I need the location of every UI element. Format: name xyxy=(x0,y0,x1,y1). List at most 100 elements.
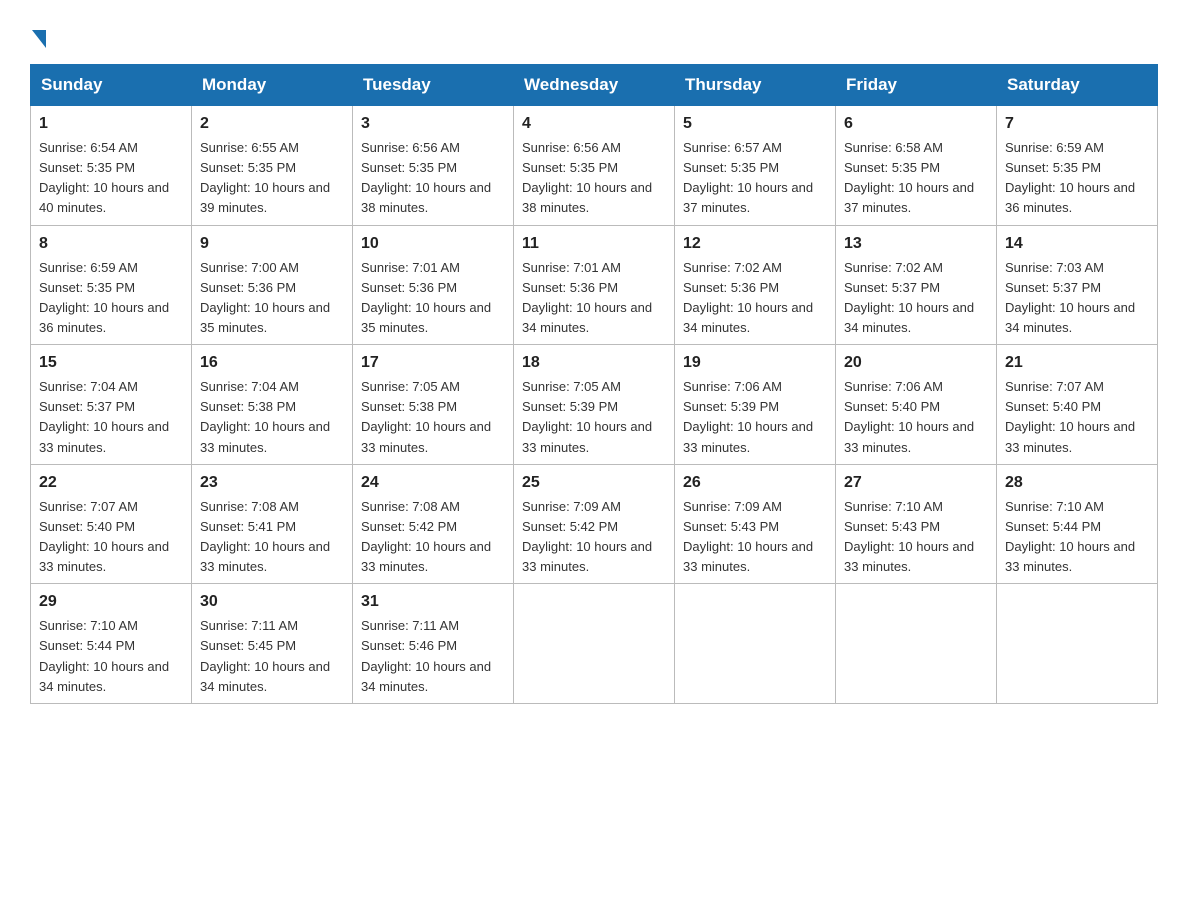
day-number: 19 xyxy=(683,351,827,375)
day-info: Sunrise: 7:04 AMSunset: 5:38 PMDaylight:… xyxy=(200,379,330,454)
calendar-cell: 27 Sunrise: 7:10 AMSunset: 5:43 PMDayligh… xyxy=(836,464,997,584)
day-info: Sunrise: 7:05 AMSunset: 5:38 PMDaylight:… xyxy=(361,379,491,454)
day-number: 17 xyxy=(361,351,505,375)
day-info: Sunrise: 6:55 AMSunset: 5:35 PMDaylight:… xyxy=(200,140,330,215)
calendar-cell: 15 Sunrise: 7:04 AMSunset: 5:37 PMDayligh… xyxy=(31,345,192,465)
calendar-cell: 29 Sunrise: 7:10 AMSunset: 5:44 PMDayligh… xyxy=(31,584,192,704)
day-info: Sunrise: 6:59 AMSunset: 5:35 PMDaylight:… xyxy=(39,260,169,335)
day-info: Sunrise: 6:57 AMSunset: 5:35 PMDaylight:… xyxy=(683,140,813,215)
day-info: Sunrise: 7:08 AMSunset: 5:42 PMDaylight:… xyxy=(361,499,491,574)
calendar-cell: 23 Sunrise: 7:08 AMSunset: 5:41 PMDayligh… xyxy=(192,464,353,584)
calendar-cell: 31 Sunrise: 7:11 AMSunset: 5:46 PMDayligh… xyxy=(353,584,514,704)
calendar-cell: 28Sunrise: 7:10 AMSunset: 5:44 PMDayligh… xyxy=(997,464,1158,584)
day-info: Sunrise: 7:10 AMSunset: 5:43 PMDaylight:… xyxy=(844,499,974,574)
day-number: 15 xyxy=(39,351,183,375)
calendar-cell: 13Sunrise: 7:02 AMSunset: 5:37 PMDayligh… xyxy=(836,225,997,345)
calendar-cell: 18 Sunrise: 7:05 AMSunset: 5:39 PMDayligh… xyxy=(514,345,675,465)
day-number: 20 xyxy=(844,351,988,375)
day-info: Sunrise: 6:56 AMSunset: 5:35 PMDaylight:… xyxy=(522,140,652,215)
header-thursday: Thursday xyxy=(675,65,836,106)
day-number: 5 xyxy=(683,112,827,136)
week-row-4: 22Sunrise: 7:07 AMSunset: 5:40 PMDayligh… xyxy=(31,464,1158,584)
day-number: 31 xyxy=(361,590,505,614)
day-info: Sunrise: 7:02 AMSunset: 5:36 PMDaylight:… xyxy=(683,260,813,335)
day-info: Sunrise: 7:01 AMSunset: 5:36 PMDaylight:… xyxy=(522,260,652,335)
day-number: 11 xyxy=(522,232,666,256)
calendar-header-row: SundayMondayTuesdayWednesdayThursdayFrid… xyxy=(31,65,1158,106)
calendar-cell: 9 Sunrise: 7:00 AMSunset: 5:36 PMDaylight… xyxy=(192,225,353,345)
calendar-cell xyxy=(836,584,997,704)
day-number: 30 xyxy=(200,590,344,614)
page-header xyxy=(30,20,1158,46)
calendar-cell: 21 Sunrise: 7:07 AMSunset: 5:40 PMDayligh… xyxy=(997,345,1158,465)
day-number: 21 xyxy=(1005,351,1149,375)
day-number: 8 xyxy=(39,232,183,256)
day-number: 23 xyxy=(200,471,344,495)
calendar-cell: 1Sunrise: 6:54 AMSunset: 5:35 PMDaylight… xyxy=(31,106,192,226)
day-number: 14 xyxy=(1005,232,1149,256)
calendar-cell: 10 Sunrise: 7:01 AMSunset: 5:36 PMDayligh… xyxy=(353,225,514,345)
calendar-cell: 4 Sunrise: 6:56 AMSunset: 5:35 PMDaylight… xyxy=(514,106,675,226)
calendar-cell: 17 Sunrise: 7:05 AMSunset: 5:38 PMDayligh… xyxy=(353,345,514,465)
calendar-cell: 22Sunrise: 7:07 AMSunset: 5:40 PMDayligh… xyxy=(31,464,192,584)
day-info: Sunrise: 7:09 AMSunset: 5:43 PMDaylight:… xyxy=(683,499,813,574)
day-number: 16 xyxy=(200,351,344,375)
week-row-5: 29 Sunrise: 7:10 AMSunset: 5:44 PMDayligh… xyxy=(31,584,1158,704)
day-number: 10 xyxy=(361,232,505,256)
day-info: Sunrise: 7:03 AMSunset: 5:37 PMDaylight:… xyxy=(1005,260,1135,335)
calendar-cell: 19 Sunrise: 7:06 AMSunset: 5:39 PMDayligh… xyxy=(675,345,836,465)
header-tuesday: Tuesday xyxy=(353,65,514,106)
calendar-table: SundayMondayTuesdayWednesdayThursdayFrid… xyxy=(30,64,1158,704)
day-number: 7 xyxy=(1005,112,1149,136)
day-info: Sunrise: 7:06 AMSunset: 5:40 PMDaylight:… xyxy=(844,379,974,454)
day-number: 22 xyxy=(39,471,183,495)
calendar-cell: 16 Sunrise: 7:04 AMSunset: 5:38 PMDayligh… xyxy=(192,345,353,465)
calendar-cell: 14 Sunrise: 7:03 AMSunset: 5:37 PMDayligh… xyxy=(997,225,1158,345)
day-info: Sunrise: 7:10 AMSunset: 5:44 PMDaylight:… xyxy=(39,618,169,693)
day-info: Sunrise: 7:01 AMSunset: 5:36 PMDaylight:… xyxy=(361,260,491,335)
day-number: 27 xyxy=(844,471,988,495)
calendar-cell: 2 Sunrise: 6:55 AMSunset: 5:35 PMDaylight… xyxy=(192,106,353,226)
day-number: 3 xyxy=(361,112,505,136)
day-number: 18 xyxy=(522,351,666,375)
day-number: 4 xyxy=(522,112,666,136)
day-info: Sunrise: 7:11 AMSunset: 5:46 PMDaylight:… xyxy=(361,618,491,693)
day-info: Sunrise: 7:05 AMSunset: 5:39 PMDaylight:… xyxy=(522,379,652,454)
week-row-2: 8 Sunrise: 6:59 AMSunset: 5:35 PMDaylight… xyxy=(31,225,1158,345)
day-number: 1 xyxy=(39,112,183,136)
calendar-cell: 26 Sunrise: 7:09 AMSunset: 5:43 PMDayligh… xyxy=(675,464,836,584)
day-number: 9 xyxy=(200,232,344,256)
header-sunday: Sunday xyxy=(31,65,192,106)
logo xyxy=(30,28,46,46)
header-friday: Friday xyxy=(836,65,997,106)
day-info: Sunrise: 7:04 AMSunset: 5:37 PMDaylight:… xyxy=(39,379,169,454)
calendar-cell: 24Sunrise: 7:08 AMSunset: 5:42 PMDayligh… xyxy=(353,464,514,584)
calendar-cell: 5 Sunrise: 6:57 AMSunset: 5:35 PMDaylight… xyxy=(675,106,836,226)
day-info: Sunrise: 6:58 AMSunset: 5:35 PMDaylight:… xyxy=(844,140,974,215)
week-row-3: 15 Sunrise: 7:04 AMSunset: 5:37 PMDayligh… xyxy=(31,345,1158,465)
header-monday: Monday xyxy=(192,65,353,106)
header-saturday: Saturday xyxy=(997,65,1158,106)
day-info: Sunrise: 7:06 AMSunset: 5:39 PMDaylight:… xyxy=(683,379,813,454)
calendar-cell xyxy=(514,584,675,704)
day-info: Sunrise: 6:59 AMSunset: 5:35 PMDaylight:… xyxy=(1005,140,1135,215)
day-info: Sunrise: 7:11 AMSunset: 5:45 PMDaylight:… xyxy=(200,618,330,693)
day-number: 2 xyxy=(200,112,344,136)
calendar-cell: 30 Sunrise: 7:11 AMSunset: 5:45 PMDayligh… xyxy=(192,584,353,704)
day-number: 29 xyxy=(39,590,183,614)
day-info: Sunrise: 7:08 AMSunset: 5:41 PMDaylight:… xyxy=(200,499,330,574)
day-number: 13 xyxy=(844,232,988,256)
day-number: 12 xyxy=(683,232,827,256)
calendar-cell xyxy=(997,584,1158,704)
calendar-cell xyxy=(675,584,836,704)
day-number: 25 xyxy=(522,471,666,495)
calendar-cell: 11 Sunrise: 7:01 AMSunset: 5:36 PMDayligh… xyxy=(514,225,675,345)
calendar-cell: 20 Sunrise: 7:06 AMSunset: 5:40 PMDayligh… xyxy=(836,345,997,465)
header-wednesday: Wednesday xyxy=(514,65,675,106)
day-info: Sunrise: 7:07 AMSunset: 5:40 PMDaylight:… xyxy=(1005,379,1135,454)
day-info: Sunrise: 7:00 AMSunset: 5:36 PMDaylight:… xyxy=(200,260,330,335)
day-number: 6 xyxy=(844,112,988,136)
day-info: Sunrise: 7:09 AMSunset: 5:42 PMDaylight:… xyxy=(522,499,652,574)
day-info: Sunrise: 6:56 AMSunset: 5:35 PMDaylight:… xyxy=(361,140,491,215)
day-number: 26 xyxy=(683,471,827,495)
